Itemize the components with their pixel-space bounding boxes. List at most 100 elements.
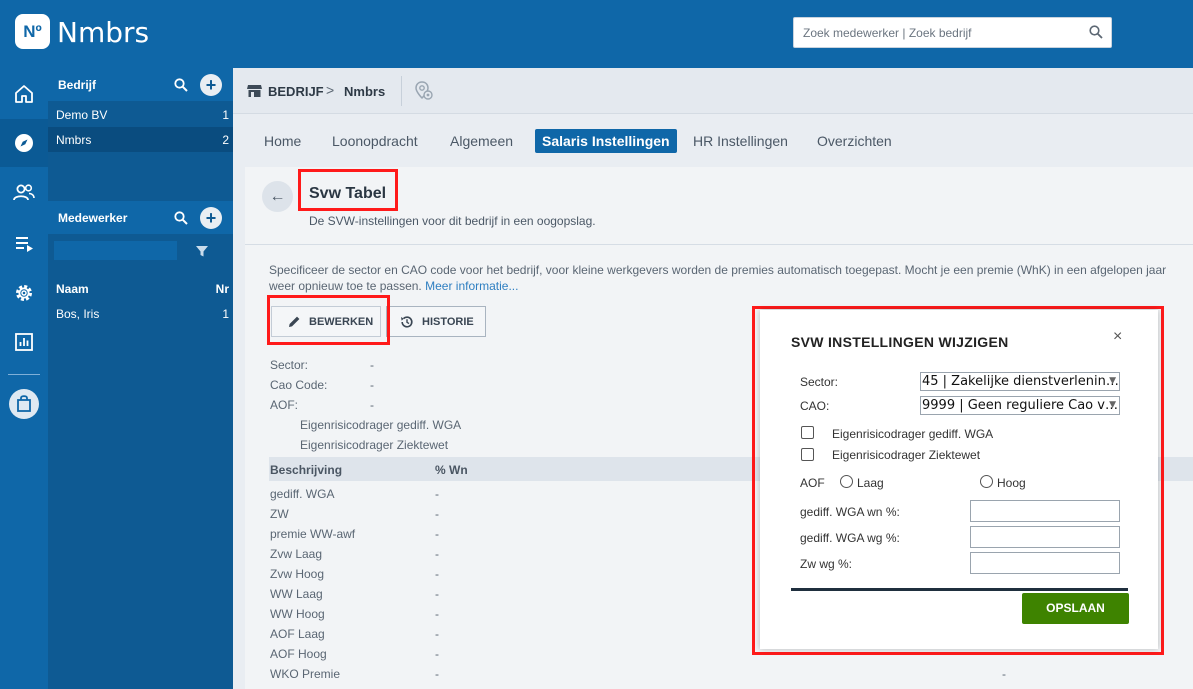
company-item-selected[interactable]: Nmbrs 2: [48, 127, 233, 152]
close-icon[interactable]: ×: [1113, 328, 1122, 346]
company-section-title: Bedrijf: [58, 78, 97, 92]
logo-mark[interactable]: Nº: [15, 14, 50, 49]
company-name: Nmbrs: [56, 133, 92, 147]
radio-aof-hoog[interactable]: [980, 475, 993, 488]
company-nr: 2: [222, 133, 229, 147]
search-icon[interactable]: [1089, 25, 1103, 39]
row-desc: AOF Hoog: [270, 647, 327, 661]
rail-runs[interactable]: [0, 219, 48, 267]
field-label: AOF:: [270, 398, 299, 412]
col-name: Naam: [56, 282, 89, 296]
compass-icon: [15, 134, 33, 152]
page-subtitle: De SVW-instellingen voor dit bedrijf in …: [309, 214, 596, 228]
rail-home[interactable]: [0, 70, 48, 118]
cao-select[interactable]: 9999 | Geen reguliere Cao v… ▼: [920, 396, 1120, 415]
checkbox-gediff-wga[interactable]: [801, 426, 814, 439]
rail-separator: [8, 374, 40, 375]
description-line-2: weer opnieuw toe te passen.: [269, 279, 422, 293]
pencil-icon: [289, 316, 300, 327]
field-gediff-wga-wg-label: gediff. WGA wg %:: [800, 531, 900, 545]
card-divider: [245, 244, 1193, 245]
page-title: Svw Tabel: [309, 185, 387, 202]
location-settings-icon[interactable]: [413, 80, 435, 102]
tab-algemeen[interactable]: Algemeen: [443, 129, 520, 153]
checkbox-gediff-wga-label: Eigenrisicodrager gediff. WGA: [832, 427, 994, 441]
more-info-link[interactable]: Meer informatie...: [425, 279, 518, 293]
back-button[interactable]: ←: [262, 181, 293, 212]
row-wn: -: [435, 527, 439, 541]
secondary-sidebar: Bedrijf + Demo BV 1 Nmbrs 2 Medewerker +…: [48, 68, 233, 689]
gediff-wga-wn-input[interactable]: [970, 500, 1120, 522]
row-extra: -: [1002, 667, 1006, 681]
breadcrumb-separator: >: [326, 82, 335, 98]
modal-divider: [791, 588, 1128, 591]
tab-hr-instellingen[interactable]: HR Instellingen: [686, 129, 795, 153]
tab-home[interactable]: Home: [257, 129, 308, 153]
checkbox-ziektewet-label: Eigenrisicodrager Ziektewet: [832, 448, 981, 462]
employee-nr: 1: [222, 307, 229, 321]
history-button[interactable]: HISTORIE: [386, 306, 486, 337]
employee-filter-input[interactable]: [54, 241, 177, 260]
employee-name: Bos, Iris: [56, 307, 100, 321]
field-value: -: [370, 358, 374, 372]
employee-item[interactable]: Bos, Iris 1: [48, 301, 233, 326]
rail-reports[interactable]: [0, 318, 48, 366]
table-row: WKO Premie - -: [269, 663, 1193, 683]
aof-label: AOF: [800, 476, 825, 490]
chevron-down-icon: ▼: [1109, 400, 1116, 410]
employee-section-title: Medewerker: [58, 211, 128, 225]
rail-companies[interactable]: [0, 119, 48, 167]
save-button[interactable]: OPSLAAN: [1022, 593, 1129, 624]
row-wn: -: [435, 627, 439, 641]
field-gediff-wga-wn-label: gediff. WGA wn %:: [800, 505, 900, 519]
edit-button-label: BEWERKEN: [309, 315, 374, 328]
col-description: Beschrijving: [270, 463, 343, 477]
checkbox-ziektewet[interactable]: [801, 448, 814, 461]
gear-icon: [16, 285, 32, 301]
zw-wg-input[interactable]: [970, 552, 1120, 574]
breadcrumb-section[interactable]: BEDRIJF: [268, 84, 324, 99]
filter-icon[interactable]: [195, 244, 209, 258]
top-bar: Nº Nmbrs: [0, 0, 1193, 68]
breadcrumb-company[interactable]: Nmbrs: [344, 84, 385, 99]
field-label: Sector:: [270, 358, 309, 372]
search-input[interactable]: [794, 18, 1084, 47]
add-company-button[interactable]: +: [200, 74, 222, 96]
history-button-label: HISTORIE: [422, 315, 474, 328]
tab-loonopdracht[interactable]: Loonopdracht: [325, 129, 425, 153]
store-icon: [247, 85, 262, 97]
company-name: Demo BV: [56, 108, 108, 122]
search-icon[interactable]: [174, 78, 188, 92]
chevron-down-icon: ▼: [1109, 376, 1116, 386]
search-icon[interactable]: [174, 211, 188, 225]
radio-aof-laag[interactable]: [840, 475, 853, 488]
gediff-wga-wg-input[interactable]: [970, 526, 1120, 548]
col-wn: % Wn: [435, 463, 468, 477]
tab-overzichten[interactable]: Overzichten: [810, 129, 899, 153]
row-desc: Zvw Hoog: [270, 567, 325, 581]
rail-marketplace[interactable]: [0, 380, 48, 428]
employee-section-header: Medewerker +: [48, 201, 233, 234]
field-zw-wg-label: Zw wg %:: [800, 557, 853, 571]
sector-select[interactable]: 45 | Zakelijke dienstverlenin… ▼: [920, 372, 1120, 391]
rail-employees[interactable]: [0, 169, 48, 217]
field-label: Cao Code:: [270, 378, 328, 392]
field-value: -: [370, 378, 374, 392]
users-icon: [13, 184, 35, 201]
breadcrumb: BEDRIJF > Nmbrs: [233, 68, 1193, 114]
add-employee-button[interactable]: +: [200, 207, 222, 229]
row-wn: -: [435, 647, 439, 661]
tab-salaris-instellingen[interactable]: Salaris Instellingen: [535, 129, 677, 153]
company-item[interactable]: Demo BV 1: [48, 102, 233, 127]
col-nr: Nr: [215, 282, 229, 296]
row-desc: WKO Premie: [270, 667, 341, 681]
radio-aof-laag-label: Laag: [857, 476, 884, 490]
row-wn: -: [435, 487, 439, 501]
cao-value: 9999 | Geen reguliere Cao v…: [922, 398, 1118, 413]
chart-icon: [15, 333, 33, 351]
edit-button[interactable]: BEWERKEN: [271, 306, 381, 337]
logo-text[interactable]: Nmbrs: [57, 16, 149, 49]
employee-list-header: Naam Nr: [48, 276, 233, 301]
rail-settings[interactable]: [0, 269, 48, 317]
row-desc: WW Hoog: [270, 607, 325, 621]
